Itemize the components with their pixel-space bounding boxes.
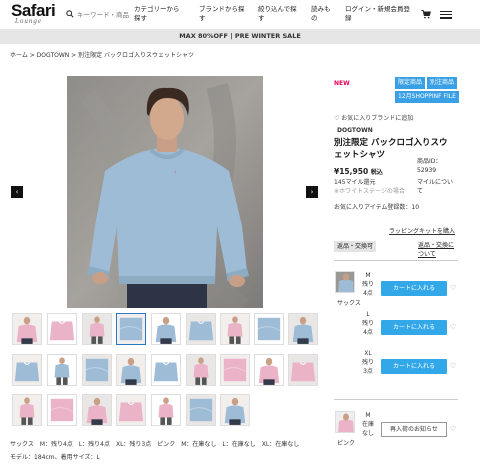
product-id-value: 52939 [417,167,437,174]
sale-banner[interactable]: MAX 80%OFF | PRE WINTER SALE [0,29,480,44]
thumbnail-image[interactable] [151,394,181,426]
stock-label: 残り4点 [361,320,374,336]
tab-return-info[interactable]: 返品・交換について [418,241,458,259]
nav-brand[interactable]: ブランドから探す [199,5,249,23]
model-info: モデル：184cm、着用サイズ：L [10,454,100,461]
search-icon[interactable] [66,10,74,18]
thumbnail-image[interactable] [220,313,250,345]
stock-label: 残り4点 [361,281,374,297]
gallery-next-button[interactable]: › [306,186,318,198]
stock-label: 残り3点 [361,359,374,375]
thumbnail-image[interactable] [47,394,77,426]
thumbnail-image[interactable] [254,313,284,345]
size-label-text: L [366,311,370,318]
size-label: M 在庫なし [361,411,375,438]
variant-name-pink: ピンク [337,440,356,447]
variant-thumb-blue[interactable] [335,271,355,293]
price-value: ¥15,950 [334,167,369,176]
thumbnail-image[interactable] [151,313,181,345]
variant-thumb-pink[interactable] [335,411,355,433]
size-label-text: XL [364,350,372,357]
stock-label: 在庫なし [361,421,374,437]
menu-icon[interactable] [440,11,452,19]
favorite-count-value: 10 [411,204,420,211]
thumbnail-image[interactable] [47,313,77,345]
thumbnail-image[interactable] [12,313,42,345]
thumbnail-image[interactable] [186,394,216,426]
site-header: Safari Lounge カテゴリーから探す ブランドから探す 絞り込んで探す… [0,0,480,30]
thumbnail-image[interactable] [254,354,284,386]
favorite-count: お気に入りアイテム登録数：10 [334,203,419,212]
new-tag: NEW [334,80,350,87]
nav-login[interactable]: ログイン・新規会員登録 [345,5,411,23]
size-label: XL 残り3点 [361,349,375,376]
thumbnail-image[interactable] [220,394,250,426]
badge-shopping-file[interactable]: 12月SHOPPINF FILE [395,91,459,103]
size-label-text: M [365,272,371,279]
thumbnail-image[interactable] [116,313,146,345]
thumbnail-image[interactable] [82,354,112,386]
gallery-prev-button[interactable]: ‹ [11,186,23,198]
return-tabs: 返品・交換可 返品・交換について [334,241,458,259]
size-label: M 残り4点 [361,271,375,298]
thumbnail-image[interactable] [116,394,146,426]
nav-category[interactable]: カテゴリーから探す [134,5,184,23]
nav-reading[interactable]: 読みもの [311,5,333,23]
favorite-heart-icon[interactable]: ♡ [450,284,456,292]
divider [334,399,458,400]
site-logo-sub: Lounge [15,17,42,25]
nav-filter[interactable]: 絞り込んで探す [258,5,298,23]
site-logo[interactable]: Safari [11,2,56,19]
favorite-heart-icon[interactable]: ♡ [450,425,456,433]
favorite-heart-icon[interactable]: ♡ [450,362,456,370]
search-input[interactable] [77,8,129,21]
thumbnail-image[interactable] [82,394,112,426]
badge-special-order: 別注商品 [427,77,458,89]
cart-icon[interactable] [421,9,431,19]
thumbnail-image[interactable] [12,394,42,426]
thumbnail-image[interactable] [186,313,216,345]
wrapping-kit-link[interactable]: ラッピングキットを購入 [389,226,455,235]
add-favorite-brand-label: お気に入りブランドに追加 [341,115,414,122]
favorite-count-label: お気に入りアイテム登録数： [334,204,412,211]
add-to-cart-button[interactable]: カートに入れる [381,281,447,296]
mile-reward: 145マイル還元 [334,179,376,186]
product-price: ¥15,950 税込 [334,167,383,176]
thumbnail-image[interactable] [151,354,181,386]
thumbnail-image[interactable] [12,354,42,386]
mile-note: ※ホワイトステージの場合 [334,188,405,195]
add-to-cart-button[interactable]: カートに入れる [381,320,447,335]
thumbnail-image[interactable] [186,354,216,386]
svg-text:⚕: ⚕ [174,170,177,176]
divider [334,260,458,261]
thumbnail-image[interactable] [220,354,250,386]
thumbnail-image[interactable] [82,313,112,345]
product-id-label: 商品ID： [417,158,442,165]
main-product-image[interactable]: ⚕ [67,76,263,308]
restock-notify-button[interactable]: 再入荷のお知らせ [381,422,447,437]
brand-name[interactable]: DOGTOWN [337,127,373,134]
thumbnail-image[interactable] [288,354,318,386]
size-stock-info: サックス M：残り4点 L：残り4点 XL：残り3点 ピンク M：在庫なし L：… [10,441,300,448]
breadcrumb[interactable]: ホーム > DOGTOWN > 別注限定 バックロゴ入りスウェットシャツ [10,50,194,59]
thumbnail-image[interactable] [116,354,146,386]
thumbnail-image[interactable] [288,313,318,345]
add-to-cart-button[interactable]: カートに入れる [381,359,447,374]
size-label: L 残り4点 [361,310,375,337]
favorite-heart-icon[interactable]: ♡ [450,323,456,331]
price-tax-suffix: 税込 [370,169,383,176]
mile-info-link[interactable]: マイルについて [417,178,457,196]
variant-name-blue: サックス [337,300,361,307]
add-favorite-brand[interactable]: ♡ お気に入りブランドに追加 [334,113,413,122]
thumbnail-image[interactable] [47,354,77,386]
size-label-text: M [365,412,371,419]
tab-returnable[interactable]: 返品・交換可 [334,241,376,252]
badge-limited: 限定商品 [395,77,426,89]
